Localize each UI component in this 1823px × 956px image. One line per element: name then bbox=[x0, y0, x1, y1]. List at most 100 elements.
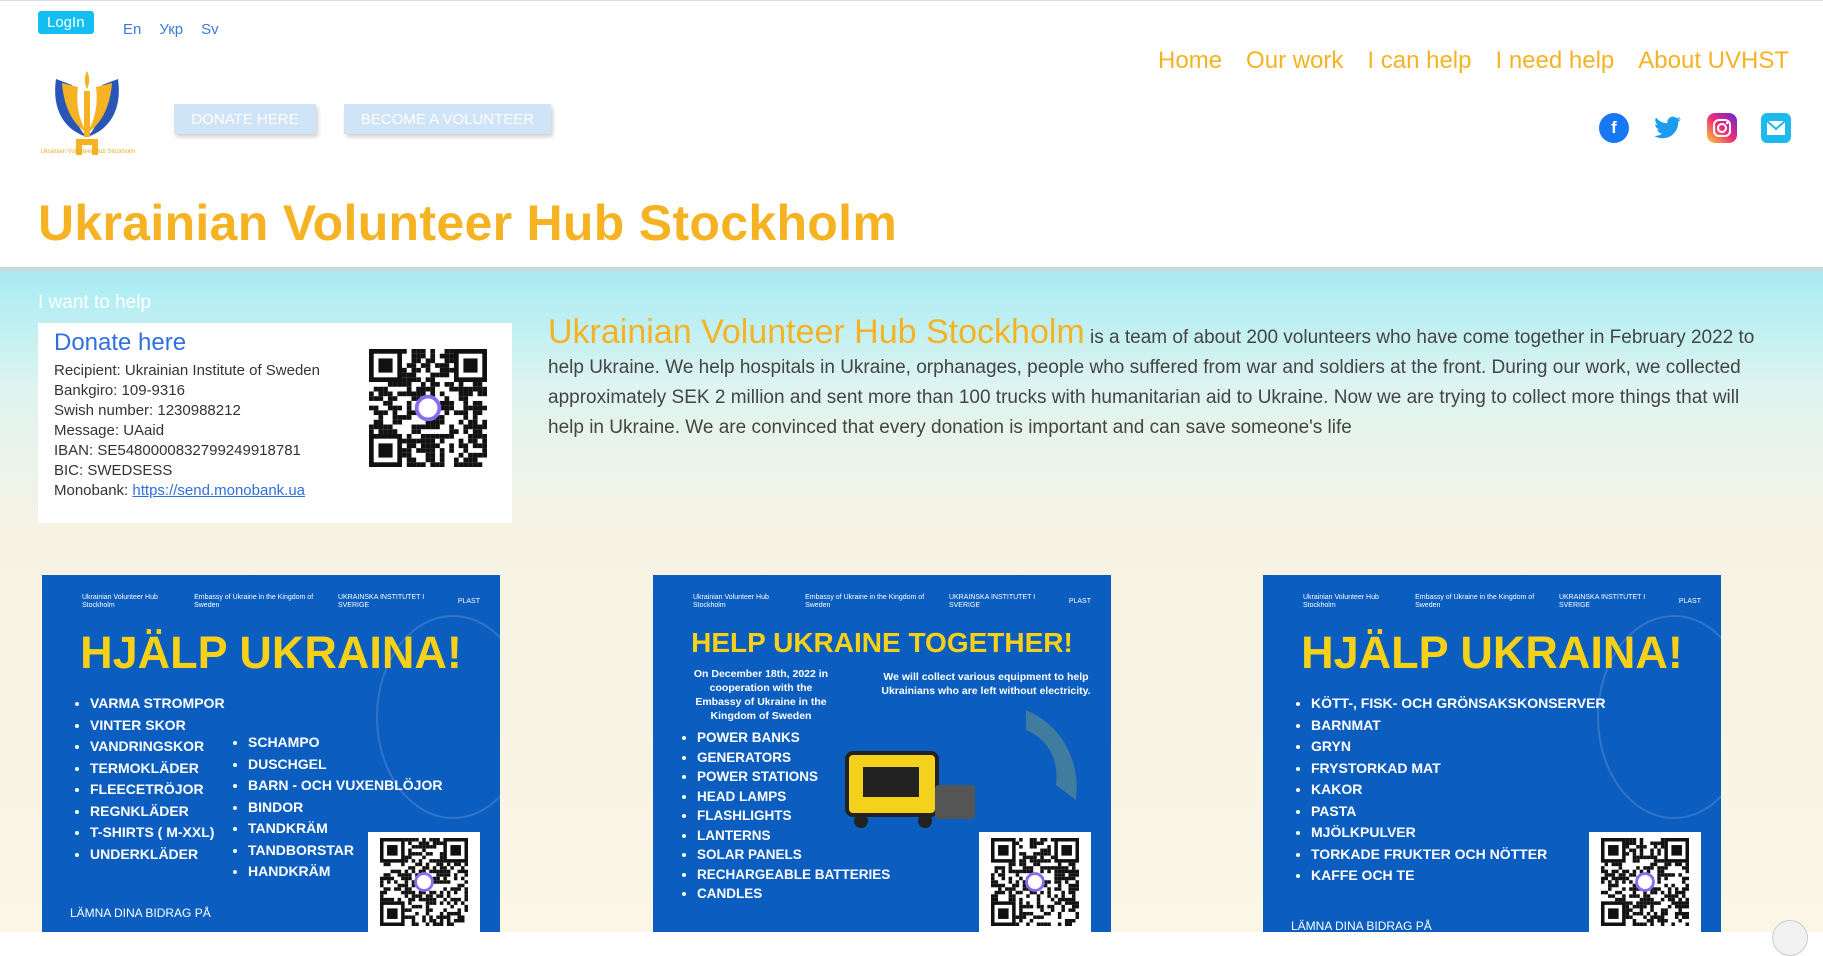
bankgiro-text: Bankgiro: 109-9316 bbox=[54, 382, 185, 399]
donate-qr-code-icon bbox=[358, 343, 498, 473]
social-links: f bbox=[1599, 113, 1791, 143]
become-volunteer-button[interactable]: BECOME A VOLUNTEER bbox=[344, 104, 551, 134]
page-title: Ukrainian Volunteer Hub Stockholm bbox=[38, 195, 898, 251]
poster-date-note: On December 18th, 2022 in cooperation wi… bbox=[693, 668, 829, 722]
partner-institute-label: UKRAINSKA INSTITUTET I SVERIGE bbox=[948, 594, 1036, 609]
poster-help-together[interactable]: Ukrainian Volunteer Hub Stockholm Embass… bbox=[653, 575, 1111, 932]
lang-uk[interactable]: Укр bbox=[159, 21, 183, 38]
donate-card: Donate here Recipient: Ukrainian Institu… bbox=[38, 323, 512, 523]
login-button[interactable]: LogIn bbox=[38, 11, 94, 34]
language-switcher: En Укр Sv bbox=[123, 21, 219, 38]
partner-institute-label: UKRAINSKA INSTITUTET I SVERIGE bbox=[1558, 594, 1646, 609]
list-item: TERMOKLÄDER bbox=[90, 758, 225, 780]
list-item: T-SHIRTS ( M-XXL) bbox=[90, 822, 225, 844]
nav-i-need-help[interactable]: I need help bbox=[1495, 47, 1614, 75]
poster-warm-clothes[interactable]: Ukrainian Volunteer Hub Stockholm Embass… bbox=[42, 575, 500, 932]
mail-icon[interactable] bbox=[1761, 113, 1791, 143]
poster-purpose-note: We will collect various equipment to hel… bbox=[881, 671, 1091, 697]
poster-food[interactable]: Ukrainian Volunteer Hub Stockholm Embass… bbox=[1263, 575, 1721, 932]
nav-i-can-help[interactable]: I can help bbox=[1367, 47, 1471, 75]
list-item: GRYN bbox=[1311, 736, 1606, 758]
list-item: BARN - OCH VUXENBLÖJOR bbox=[248, 775, 442, 797]
partner-institute-label: UKRAINSKA INSTITUTET I SVERIGE bbox=[337, 594, 425, 609]
list-item: FLEECETRÖJOR bbox=[90, 779, 225, 801]
intro-paragraph: Ukrainian Volunteer Hub Stockholm is a t… bbox=[548, 315, 1780, 443]
list-item: UNDERKLÄDER bbox=[90, 844, 225, 866]
poster-footer: LÄMNA DINA BIDRAG PÅ bbox=[70, 906, 211, 920]
poster-title: HELP UKRAINE TOGETHER! bbox=[691, 627, 1073, 658]
monobank-label: Monobank: bbox=[54, 482, 133, 499]
list-item: CANDLES bbox=[697, 884, 890, 904]
partner-embassy-label: Embassy of Ukraine in the Kingdom of Swe… bbox=[1415, 594, 1535, 609]
decorative-arc-icon bbox=[1026, 710, 1077, 800]
list-item: KÖTT-, FISK- OCH GRÖNSAKSKONSERVER bbox=[1311, 693, 1606, 715]
list-item: BARNMAT bbox=[1311, 715, 1606, 737]
intro-title: Ukrainian Volunteer Hub Stockholm bbox=[548, 313, 1085, 351]
list-item: SCHAMPO bbox=[248, 732, 442, 754]
poster-qr-code-icon bbox=[1589, 832, 1701, 932]
facebook-icon[interactable]: f bbox=[1599, 113, 1629, 143]
poster-title: HJÄLP UKRAINA! bbox=[80, 627, 462, 678]
partner-plast-label: PLAST bbox=[1068, 598, 1091, 605]
nav-about[interactable]: About UVHST bbox=[1638, 47, 1789, 75]
poster-qr-code-icon bbox=[368, 832, 480, 932]
poster-list-clothes: VARMA STROMPOR VINTER SKOR VANDRINGSKOR … bbox=[72, 693, 225, 865]
partner-embassy-label: Embassy of Ukraine in the Kingdom of Swe… bbox=[194, 594, 314, 609]
list-item: KAFFE OCH TE bbox=[1311, 865, 1606, 887]
poster-partner-logos: Ukrainian Volunteer Hub Stockholm Embass… bbox=[1303, 587, 1701, 617]
list-item: VANDRINGSKOR bbox=[90, 736, 225, 758]
list-item: FLASHLIGHTS bbox=[697, 806, 890, 826]
site-header: LogIn En Укр Sv Ukrainian Volunteer Hub … bbox=[0, 0, 1823, 268]
twitter-icon[interactable] bbox=[1653, 113, 1683, 143]
poster-title: HJÄLP UKRAINA! bbox=[1301, 627, 1683, 678]
monobank-link[interactable]: https://send.monobank.ua bbox=[132, 482, 305, 499]
partner-uvhs-label: Ukrainian Volunteer Hub Stockholm bbox=[1303, 594, 1379, 609]
list-item: SOLAR PANELS bbox=[697, 845, 890, 865]
lang-en[interactable]: En bbox=[123, 21, 141, 38]
instagram-icon[interactable] bbox=[1707, 113, 1737, 143]
bic-text: BIC: SWEDSESS bbox=[54, 462, 173, 479]
list-item: MJÖLKPULVER bbox=[1311, 822, 1606, 844]
list-item: POWER BANKS bbox=[697, 728, 890, 748]
iban-text: IBAN: SE5480000832799249918781 bbox=[54, 442, 301, 459]
list-item: GENERATORS bbox=[697, 748, 890, 768]
partner-plast-label: PLAST bbox=[457, 598, 480, 605]
poster-list-equipment: POWER BANKS GENERATORS POWER STATIONS HE… bbox=[679, 728, 890, 904]
poster-qr-code-icon bbox=[979, 832, 1091, 932]
donate-details: Recipient: Ukrainian Institute of Sweden… bbox=[54, 361, 324, 501]
nav-our-work[interactable]: Our work bbox=[1246, 47, 1343, 75]
list-item: BINDOR bbox=[248, 797, 442, 819]
list-item: VINTER SKOR bbox=[90, 715, 225, 737]
list-item: TORKADE FRUKTER OCH NÖTTER bbox=[1311, 844, 1606, 866]
list-item: REGNKLÄDER bbox=[90, 801, 225, 823]
want-help-label: I want to help bbox=[38, 292, 152, 313]
list-item: FRYSTORKAD MAT bbox=[1311, 758, 1606, 780]
swish-text: Swish number: 1230988212 bbox=[54, 402, 241, 419]
poster-list-food: KÖTT-, FISK- OCH GRÖNSAKSKONSERVER BARNM… bbox=[1293, 693, 1606, 887]
donate-here-button[interactable]: DONATE HERE bbox=[174, 104, 316, 134]
list-item: HEAD LAMPS bbox=[697, 787, 890, 807]
poster-partner-logos: Ukrainian Volunteer Hub Stockholm Embass… bbox=[693, 587, 1091, 617]
main-nav: Home Our work I can help I need help Abo… bbox=[1158, 47, 1789, 75]
list-item: LANTERNS bbox=[697, 826, 890, 846]
message-text: Message: UAaid bbox=[54, 422, 165, 439]
partner-plast-label: PLAST bbox=[1678, 598, 1701, 605]
lang-sv[interactable]: Sv bbox=[201, 21, 219, 38]
list-item: KAKOR bbox=[1311, 779, 1606, 801]
partner-uvhs-label: Ukrainian Volunteer Hub Stockholm bbox=[693, 594, 769, 609]
list-item: PASTA bbox=[1311, 801, 1606, 823]
poster-footer: LÄMNA DINA BIDRAG PÅ bbox=[1291, 919, 1432, 932]
recipient-text: Recipient: Ukrainian Institute of Sweden bbox=[54, 362, 320, 379]
list-item: DUSCHGEL bbox=[248, 754, 442, 776]
monobank-row: Monobank: https://send.monobank.ua bbox=[54, 481, 324, 501]
nav-home[interactable]: Home bbox=[1158, 47, 1222, 75]
donate-title: Donate here bbox=[54, 329, 187, 356]
logo-caption: Ukrainian Volunteer Hub Stockholm bbox=[40, 149, 136, 155]
list-item: POWER STATIONS bbox=[697, 767, 890, 787]
list-item: RECHARGEABLE BATTERIES bbox=[697, 865, 890, 885]
list-item: VARMA STROMPOR bbox=[90, 693, 225, 715]
partner-uvhs-label: Ukrainian Volunteer Hub Stockholm bbox=[82, 594, 158, 609]
poster-partner-logos: Ukrainian Volunteer Hub Stockholm Embass… bbox=[82, 587, 480, 617]
scroll-to-top-button[interactable] bbox=[1772, 920, 1808, 956]
partner-embassy-label: Embassy of Ukraine in the Kingdom of Swe… bbox=[805, 594, 925, 609]
